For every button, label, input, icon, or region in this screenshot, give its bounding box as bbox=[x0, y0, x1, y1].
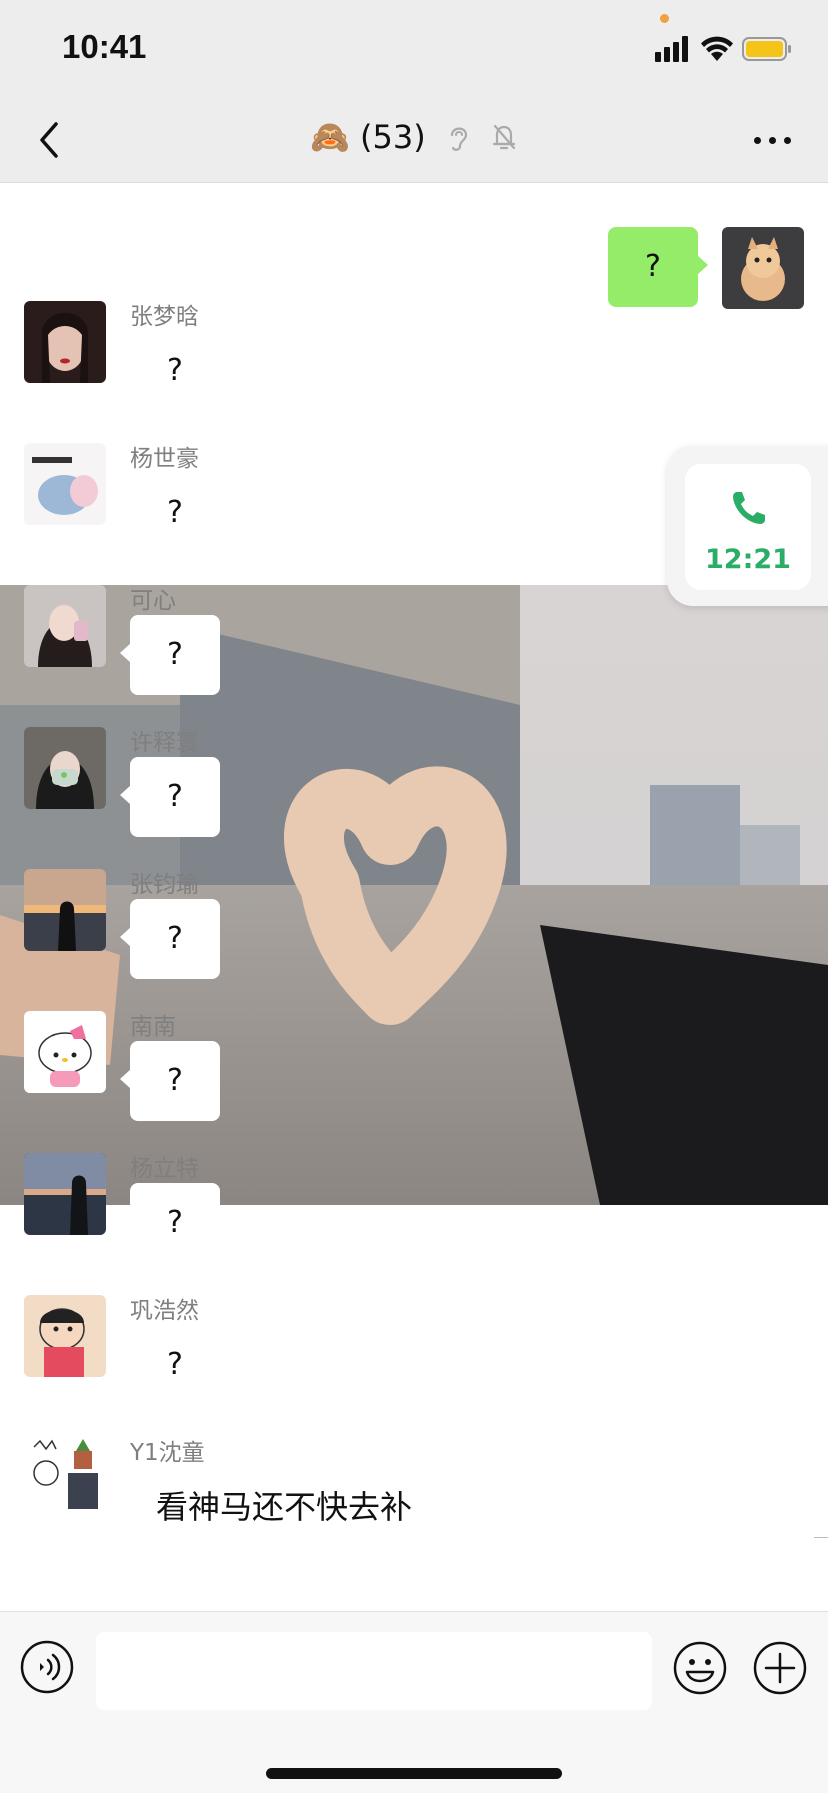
cellular-signal-icon bbox=[655, 36, 689, 62]
avatar[interactable] bbox=[24, 1437, 106, 1519]
sender-name: 巩浩然 bbox=[130, 1298, 199, 1324]
sender-name: 杨立特 bbox=[130, 1156, 199, 1182]
call-duration: 12:21 bbox=[705, 544, 791, 575]
avatar[interactable] bbox=[24, 869, 106, 951]
avatar[interactable] bbox=[24, 1011, 106, 1093]
plus-icon[interactable] bbox=[752, 1640, 808, 1696]
sender-name: 可心 bbox=[130, 588, 176, 614]
avatar[interactable] bbox=[24, 301, 106, 383]
message-bubble[interactable]: ? bbox=[120, 1325, 220, 1405]
status-bar: 10:41 bbox=[0, 0, 828, 98]
home-indicator[interactable] bbox=[266, 1768, 562, 1779]
message-input[interactable] bbox=[96, 1632, 652, 1710]
chat-area[interactable]: ? 张梦晗 ? 杨世豪 ? 可心 ? 许释寰 ? 张钧瑜 ? 南南 ? 杨立特 … bbox=[0, 183, 828, 1611]
ongoing-call-float[interactable]: 12:21 bbox=[667, 446, 828, 606]
emoji-icon[interactable] bbox=[672, 1640, 728, 1696]
see-no-evil-monkey-emoji: 🙈 bbox=[309, 118, 350, 156]
scroll-edge-mark bbox=[814, 1537, 828, 1538]
sender-name: 南南 bbox=[130, 1014, 176, 1040]
more-options-button[interactable] bbox=[750, 118, 796, 162]
sender-name: 许释寰 bbox=[130, 730, 199, 756]
chat-background-photo bbox=[0, 585, 828, 1205]
chat-title: 🙈 (53) bbox=[0, 116, 828, 156]
sender-name: 张钧瑜 bbox=[130, 872, 199, 898]
privacy-indicator-dot bbox=[660, 14, 669, 23]
avatar[interactable] bbox=[24, 727, 106, 809]
member-count: (53) bbox=[359, 118, 426, 156]
avatar[interactable] bbox=[24, 443, 106, 525]
ear-icon bbox=[450, 127, 467, 151]
status-time: 10:41 bbox=[62, 28, 147, 65]
input-bar bbox=[0, 1611, 828, 1793]
avatar[interactable] bbox=[24, 585, 106, 667]
call-card[interactable]: 12:21 bbox=[685, 464, 811, 590]
sender-name: 张梦晗 bbox=[130, 304, 199, 330]
message-bubble[interactable]: 看神马还不快去补 bbox=[119, 1467, 439, 1547]
message-bubble[interactable]: ? bbox=[120, 899, 220, 979]
muted-bell-icon bbox=[492, 124, 516, 150]
chat-header: 🙈 (53) bbox=[0, 98, 828, 183]
message-bubble[interactable]: ? bbox=[120, 331, 220, 411]
message-bubble[interactable]: ? bbox=[120, 757, 220, 837]
phone-icon bbox=[733, 492, 765, 524]
message-bubble[interactable]: ? bbox=[120, 1041, 220, 1121]
message-bubble[interactable]: ? bbox=[120, 1183, 220, 1263]
avatar[interactable] bbox=[24, 1295, 106, 1377]
message-bubble[interactable]: ? bbox=[120, 473, 220, 553]
battery-icon bbox=[742, 37, 791, 61]
sender-name: Y1沈童 bbox=[130, 1440, 205, 1466]
avatar-self[interactable] bbox=[722, 227, 804, 309]
message-bubble[interactable]: ? bbox=[120, 615, 220, 695]
avatar[interactable] bbox=[24, 1153, 106, 1235]
wifi-icon bbox=[701, 36, 733, 61]
voice-input-button[interactable] bbox=[20, 1640, 74, 1694]
message-bubble-self[interactable]: ? bbox=[608, 227, 708, 307]
sender-name: 杨世豪 bbox=[130, 446, 199, 472]
